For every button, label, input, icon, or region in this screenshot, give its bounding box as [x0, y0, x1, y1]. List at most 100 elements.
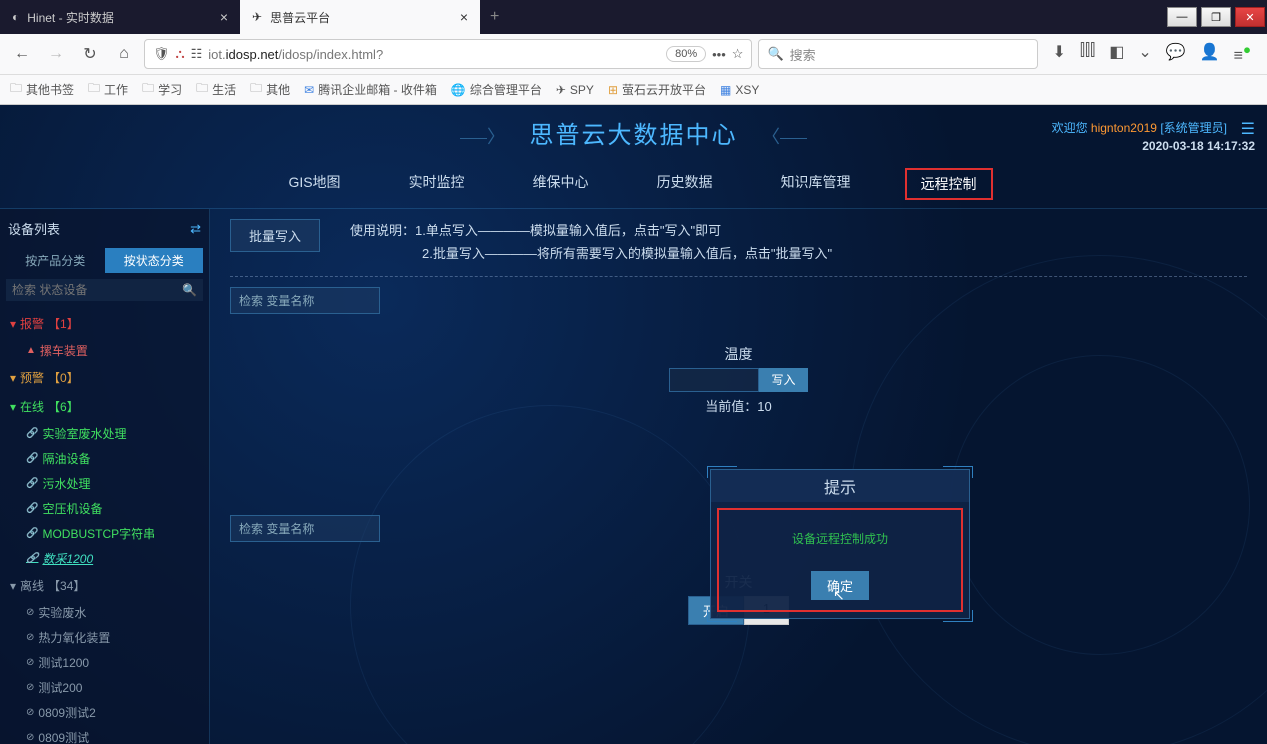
device-item[interactable]: ⊘测试200 [6, 675, 203, 700]
browser-chrome: ◐ Hinet - 实时数据 × ✈ 思普云平台 × + — ❐ ✕ ← → ↻… [0, 0, 1267, 105]
write-button[interactable]: 写入 [759, 368, 807, 392]
list-icon[interactable]: ☰ [1241, 119, 1255, 139]
link-icon: 🔗 [26, 503, 38, 514]
bookmark-item[interactable]: 🗀其他书签 [10, 79, 74, 100]
device-search-input[interactable] [12, 283, 182, 297]
star-icon[interactable]: ☆ [732, 46, 744, 62]
instructions: 使用说明：1.单点写入————模拟量输入值后，点击"写入"即可 2.批量写入——… [350, 219, 832, 266]
nav-maintenance[interactable]: 维保中心 [519, 168, 603, 200]
dialog-title: 提示 [711, 470, 969, 502]
unlink-icon: ⊘ [26, 607, 34, 618]
home-button[interactable]: ⌂ [110, 40, 138, 68]
temp-input[interactable] [669, 368, 759, 392]
divider [230, 276, 1247, 277]
close-icon[interactable]: × [220, 9, 228, 25]
sort-icon[interactable]: ⇄ [190, 221, 201, 237]
close-icon[interactable]: × [460, 9, 468, 25]
unlink-icon: ⊘ [26, 632, 34, 643]
bookmark-item[interactable]: ▦XSY [720, 83, 759, 97]
tab-title: 思普云平台 [270, 9, 330, 26]
welcome-text: 欢迎您 hignton2019 [系统管理员] [1052, 119, 1227, 136]
category-online[interactable]: ▾在线【6】 [6, 392, 203, 421]
category-offline[interactable]: ▾离线【34】 [6, 571, 203, 600]
device-item-selected[interactable]: 🔗数采1200 [6, 546, 203, 571]
pocket-icon[interactable]: ⌄ [1138, 42, 1151, 65]
content-area: 批量写入 使用说明：1.单点写入————模拟量输入值后，点击"写入"即可 2.批… [210, 209, 1267, 744]
account-icon[interactable]: 👤 [1200, 42, 1220, 65]
device-item[interactable]: 🔗污水处理 [6, 471, 203, 496]
url-input[interactable]: 🛡 ⛬ ☷ iot.idosp.net/idosp/index.html? 80… [144, 39, 752, 69]
app-body: 设备列表 ⇄ 按产品分类 按状态分类 🔍 ▾报警【1】 ▲摞车装置 ▾预警【0】… [0, 209, 1267, 744]
url-bar: ← → ↻ ⌂ 🛡 ⛬ ☷ iot.idosp.net/idosp/index.… [0, 34, 1267, 74]
bookmark-item[interactable]: ✉腾讯企业邮箱 - 收件箱 [304, 81, 437, 98]
filter-by-status[interactable]: 按状态分类 [105, 248, 204, 273]
more-icon[interactable]: ••• [712, 47, 726, 62]
zoom-indicator[interactable]: 80% [666, 46, 706, 62]
temp-label: 温度 [230, 344, 1247, 364]
device-item[interactable]: ⊘实验废水 [6, 600, 203, 625]
bookmark-item[interactable]: 🗀其他 [250, 79, 290, 100]
browser-tab-hinet[interactable]: ◐ Hinet - 实时数据 × [0, 0, 240, 34]
folder-icon: 🗀 [10, 79, 22, 100]
search-box[interactable]: 🔍 搜索 [758, 39, 1038, 69]
shield-icon[interactable]: 🛡 [153, 46, 170, 62]
bookmark-bar: 🗀其他书签 🗀工作 🗀学习 🗀生活 🗀其他 ✉腾讯企业邮箱 - 收件箱 🌐综合管… [0, 74, 1267, 104]
reload-button[interactable]: ↻ [76, 40, 104, 68]
new-tab-button[interactable]: + [480, 8, 509, 26]
download-icon[interactable]: ⬇ [1052, 42, 1065, 65]
main-nav: GIS地图 实时监控 维保中心 历史数据 知识库管理 远程控制 [0, 160, 1267, 209]
device-item[interactable]: 🔗实验室废水处理 [6, 421, 203, 446]
nav-knowledge[interactable]: 知识库管理 [767, 168, 865, 200]
library-icon[interactable]: ⫿⫿⫿ [1080, 42, 1095, 65]
category-alarm[interactable]: ▾报警【1】 [6, 309, 203, 338]
bookmark-item[interactable]: 🗀工作 [88, 79, 128, 100]
forward-button[interactable]: → [42, 40, 70, 68]
device-search[interactable]: 🔍 [6, 279, 203, 301]
bookmark-item[interactable]: ⊞萤石云开放平台 [608, 81, 706, 98]
link-icon: 🔗 [26, 428, 38, 439]
chevron-down-icon: ▾ [10, 579, 16, 593]
back-button[interactable]: ← [8, 40, 36, 68]
device-item[interactable]: 🔗隔油设备 [6, 446, 203, 471]
device-item[interactable]: ⊘0809测试2 [6, 700, 203, 725]
toolbar-icons: ⬇ ⫿⫿⫿ ◧ ⌄ 💬 👤 ≡● [1044, 42, 1259, 65]
tab-favicon: ◐ [12, 10, 19, 24]
filter-by-product[interactable]: 按产品分类 [6, 248, 105, 273]
batch-write-button[interactable]: 批量写入 [230, 219, 320, 252]
bookmark-item[interactable]: 🌐综合管理平台 [451, 81, 542, 98]
nav-gis[interactable]: GIS地图 [274, 168, 354, 200]
dialog-message: 设备远程控制成功 [729, 530, 951, 547]
browser-tab-sipu[interactable]: ✈ 思普云平台 × [240, 0, 480, 34]
window-close-button[interactable]: ✕ [1235, 7, 1265, 27]
menu-icon[interactable]: ≡● [1234, 42, 1251, 65]
app-root: ⎯⎯⎯〉 思普云大数据中心 〈⎯⎯⎯ 欢迎您 hignton2019 [系统管理… [0, 105, 1267, 744]
variable-search[interactable]: 检索 变量名称 [230, 287, 380, 314]
nav-remote-control[interactable]: 远程控制 [905, 168, 993, 200]
search-placeholder: 搜索 [790, 45, 816, 64]
permission-icon[interactable]: ☷ [191, 46, 203, 62]
maximize-button[interactable]: ❐ [1201, 7, 1231, 27]
device-item[interactable]: ⊘0809测试 [6, 725, 203, 744]
bookmark-item[interactable]: ✈SPY [556, 83, 594, 97]
device-item[interactable]: ⊘测试1200 [6, 650, 203, 675]
title-deco-right: 〈⎯⎯⎯ [742, 127, 827, 147]
tab-favicon: ✈ [252, 10, 262, 24]
search-icon[interactable]: 🔍 [182, 283, 197, 297]
device-item[interactable]: 🔗MODBUSTCP字符串 [6, 521, 203, 546]
variable-search-2[interactable]: 检索 变量名称 [230, 515, 380, 542]
sidebar-icon[interactable]: ◧ [1109, 42, 1124, 65]
minimize-button[interactable]: — [1167, 7, 1197, 27]
bookmark-item[interactable]: 🗀生活 [196, 79, 236, 100]
folder-icon: 🗀 [88, 79, 100, 100]
device-item[interactable]: ▲摞车装置 [6, 338, 203, 363]
category-warn[interactable]: ▾预警【0】 [6, 363, 203, 392]
chat-icon[interactable]: 💬 [1166, 42, 1186, 65]
temperature-control: 温度 写入 当前值：10 [230, 344, 1247, 415]
grid-icon: ⊞ [608, 83, 618, 97]
bookmark-item[interactable]: 🗀学习 [142, 79, 182, 100]
nav-realtime[interactable]: 实时监控 [395, 168, 479, 200]
device-item[interactable]: 🔗空压机设备 [6, 496, 203, 521]
dialog-ok-button[interactable]: 确定 [811, 571, 869, 600]
nav-history[interactable]: 历史数据 [643, 168, 727, 200]
device-item[interactable]: ⊘热力氧化装置 [6, 625, 203, 650]
